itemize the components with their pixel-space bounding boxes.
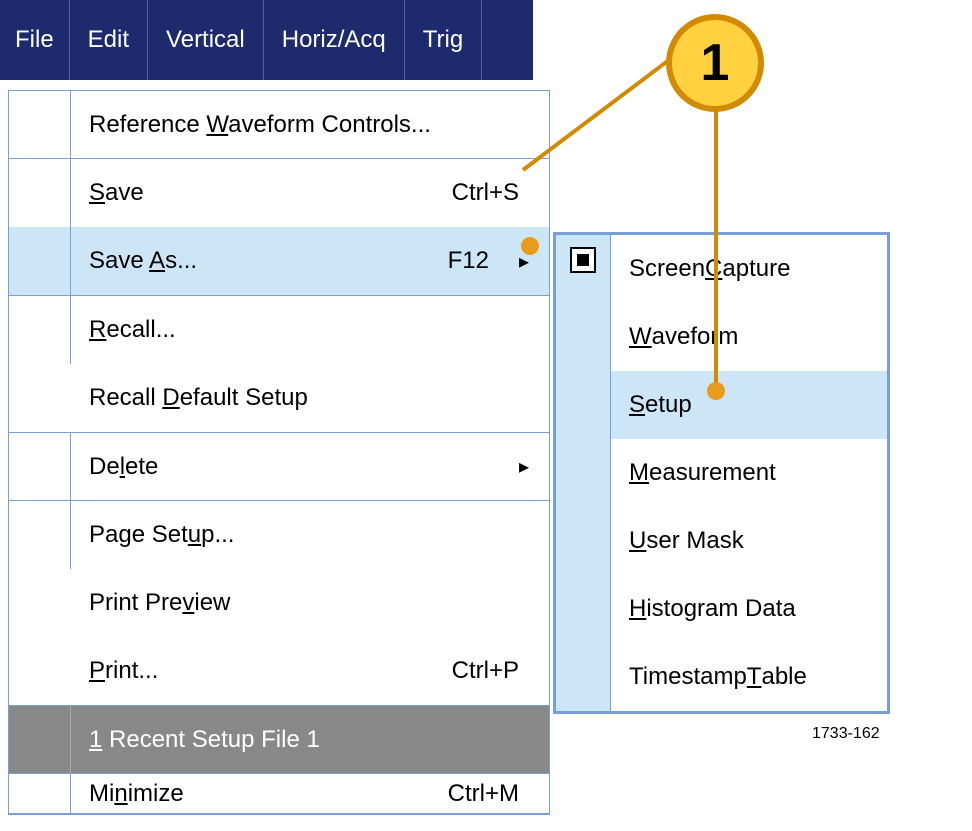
menu-shortcut: Ctrl+M [448, 780, 549, 808]
save-as-submenu: Screen Capture Waveform Setup Measuremen… [553, 232, 890, 714]
menu-page-setup[interactable]: Page Setup... [9, 501, 549, 569]
menu-icon-empty [9, 774, 71, 813]
stop-icon [570, 247, 596, 273]
menu-icon-empty [9, 706, 71, 773]
submenu-waveform[interactable]: Waveform [611, 303, 887, 371]
menu-save-as[interactable]: Save As... F12 ▸ [9, 227, 549, 295]
menu-shortcut: F12 [448, 247, 519, 275]
menu-label: Page Setup... [71, 521, 549, 549]
menu-label: Reference Waveform Controls... [71, 111, 549, 139]
callout-badge-1: 1 [666, 14, 764, 112]
menu-label: Save As... [71, 247, 448, 275]
menu-print[interactable]: Print... Ctrl+P [9, 637, 549, 705]
menu-trig[interactable]: Trig [405, 0, 482, 80]
menu-shortcut: Ctrl+P [452, 657, 549, 685]
submenu-icon-column [556, 235, 611, 711]
menu-delete[interactable]: Delete ▸ [9, 433, 549, 501]
callout-dot [521, 237, 539, 255]
submenu-screen-capture[interactable]: Screen Capture [611, 235, 887, 303]
menu-icon-empty [9, 159, 71, 227]
submenu-arrow-icon: ▸ [519, 454, 549, 479]
menu-minimize[interactable]: Minimize Ctrl+M [9, 774, 549, 814]
submenu-timestamp[interactable]: Timestamp Table [611, 643, 887, 711]
menu-label: Recall Default Setup [9, 384, 549, 412]
menu-label: Print Preview [9, 589, 549, 617]
figure-id: 1733-162 [812, 725, 880, 743]
menu-shortcut: Ctrl+S [452, 179, 549, 207]
file-dropdown: Reference Waveform Controls... Save Ctrl… [8, 90, 550, 815]
menu-label: Recall... [71, 316, 549, 344]
menubar: File Edit Vertical Horiz/Acq Trig [0, 0, 533, 80]
menu-reference-waveform[interactable]: Reference Waveform Controls... [9, 91, 549, 159]
menu-label: Delete [71, 453, 519, 481]
menu-file[interactable]: File [0, 0, 70, 80]
menu-icon-empty [9, 501, 71, 569]
menu-print-preview[interactable]: Print Preview [9, 569, 549, 637]
submenu-histogram[interactable]: Histogram Data [611, 575, 887, 643]
menu-icon-empty [9, 91, 71, 158]
menu-save[interactable]: Save Ctrl+S [9, 159, 549, 227]
menu-label: Save [71, 179, 452, 207]
menu-label: 1 Recent Setup File 1 [71, 726, 549, 754]
menu-recent-setup: 1 Recent Setup File 1 [9, 706, 549, 774]
submenu-measurement[interactable]: Measurement [611, 439, 887, 507]
menu-horiz-acq[interactable]: Horiz/Acq [264, 0, 405, 80]
menu-icon-empty [9, 433, 71, 500]
menu-label: Print... [9, 657, 452, 685]
callout-dot [707, 382, 725, 400]
callout-line [714, 108, 718, 388]
menu-icon-empty [9, 296, 71, 364]
menu-recall[interactable]: Recall... [9, 296, 549, 364]
menu-label: Minimize [71, 780, 448, 808]
menu-vertical[interactable]: Vertical [148, 0, 264, 80]
submenu-setup[interactable]: Setup [611, 371, 887, 439]
submenu-user-mask[interactable]: User Mask [611, 507, 887, 575]
menu-recall-default[interactable]: Recall Default Setup [9, 364, 549, 432]
menu-edit[interactable]: Edit [70, 0, 148, 80]
menu-icon-empty [9, 227, 71, 295]
